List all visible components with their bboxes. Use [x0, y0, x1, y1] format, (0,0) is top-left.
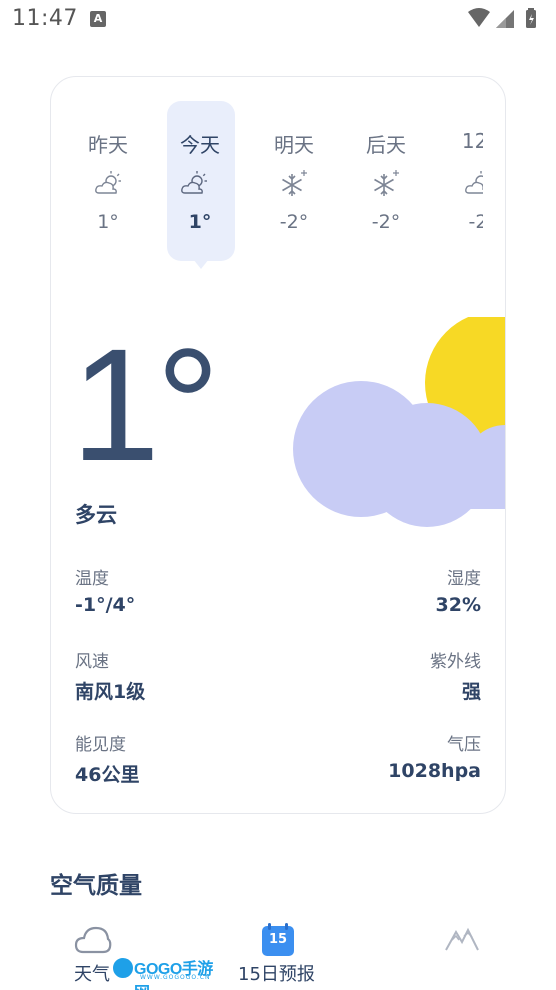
visibility-label: 能见度	[75, 735, 126, 755]
day-temp: -2°	[279, 211, 309, 233]
day-yesterday[interactable]: 昨天 1°	[63, 77, 153, 277]
wind-value: 南风1级	[75, 681, 146, 703]
day-12[interactable]: 12/ -2	[433, 77, 483, 277]
day-tomorrow[interactable]: 明天 -2°	[249, 77, 339, 277]
bottom-nav: 天气 15 15日预报	[0, 918, 556, 990]
wind-label: 风速	[75, 652, 109, 672]
day-name: 今天	[180, 133, 220, 157]
notification-icon: A	[90, 11, 106, 27]
day-temp: 1°	[97, 211, 119, 233]
day-today[interactable]: 今天 1°	[143, 77, 235, 277]
sun-cloud-illustration	[293, 317, 505, 527]
day-after-tomorrow[interactable]: 后天 -2°	[341, 77, 431, 277]
pressure-value: 1028hpa	[388, 760, 481, 782]
status-icons	[468, 8, 536, 28]
snow-icon	[282, 170, 307, 196]
temp-range-value: -1°/4°	[75, 594, 136, 616]
temp-range-label: 温度	[75, 569, 109, 589]
day-name: 12/	[461, 129, 483, 153]
uv-value: 强	[461, 681, 481, 703]
nav-weather-label: 天气	[74, 964, 110, 985]
status-time: 11:47	[12, 6, 78, 31]
watermark-subtext: WWW.GOGOGO.CN	[140, 974, 211, 981]
partly-cloudy-icon	[181, 171, 207, 194]
day-name: 后天	[366, 133, 406, 157]
nav-forecast-label: 15日预报	[238, 964, 315, 985]
selected-day-pointer	[193, 259, 209, 269]
weather-condition: 多云	[75, 503, 117, 527]
wifi-icon	[468, 8, 490, 27]
watermark-circle	[110, 955, 136, 981]
day-temp: -2	[468, 211, 483, 233]
partly-cloudy-icon	[465, 171, 483, 194]
cloud-icon	[74, 926, 112, 954]
nav-air-quality[interactable]	[440, 918, 486, 990]
humidity-value: 32%	[435, 594, 481, 616]
day-temp: 1°	[188, 211, 212, 233]
weather-card: 昨天 1° 今天 1° 明天 -2° 后天 -2° 1 - 1° 多云 温度 -…	[50, 76, 506, 814]
visibility-value: 46公里	[75, 764, 140, 786]
humidity-label: 湿度	[447, 569, 481, 589]
uv-label: 紫外线	[430, 652, 481, 672]
current-temperature: 1°	[71, 315, 220, 494]
day-name: 明天	[274, 133, 314, 157]
mountain-icon	[445, 927, 479, 951]
snow-icon	[374, 170, 399, 196]
air-quality-title: 空气质量	[50, 873, 142, 899]
forecast-day-strip[interactable]: 昨天 1° 今天 1° 明天 -2° 后天 -2° 1 -	[51, 77, 483, 277]
calendar-day-number: 15	[268, 932, 288, 947]
pressure-label: 气压	[447, 735, 481, 755]
nav-15-day-forecast[interactable]: 15 15日预报	[234, 918, 324, 990]
watermark-logo: GOGO手游网 WWW.GOGOGO.CN	[110, 953, 222, 990]
day-temp: -2°	[371, 211, 401, 233]
day-name: 昨天	[88, 133, 128, 157]
status-bar: 11:47 A	[0, 0, 556, 40]
partly-cloudy-icon	[95, 171, 121, 194]
watermark-text: GOGO手游网	[134, 961, 213, 990]
